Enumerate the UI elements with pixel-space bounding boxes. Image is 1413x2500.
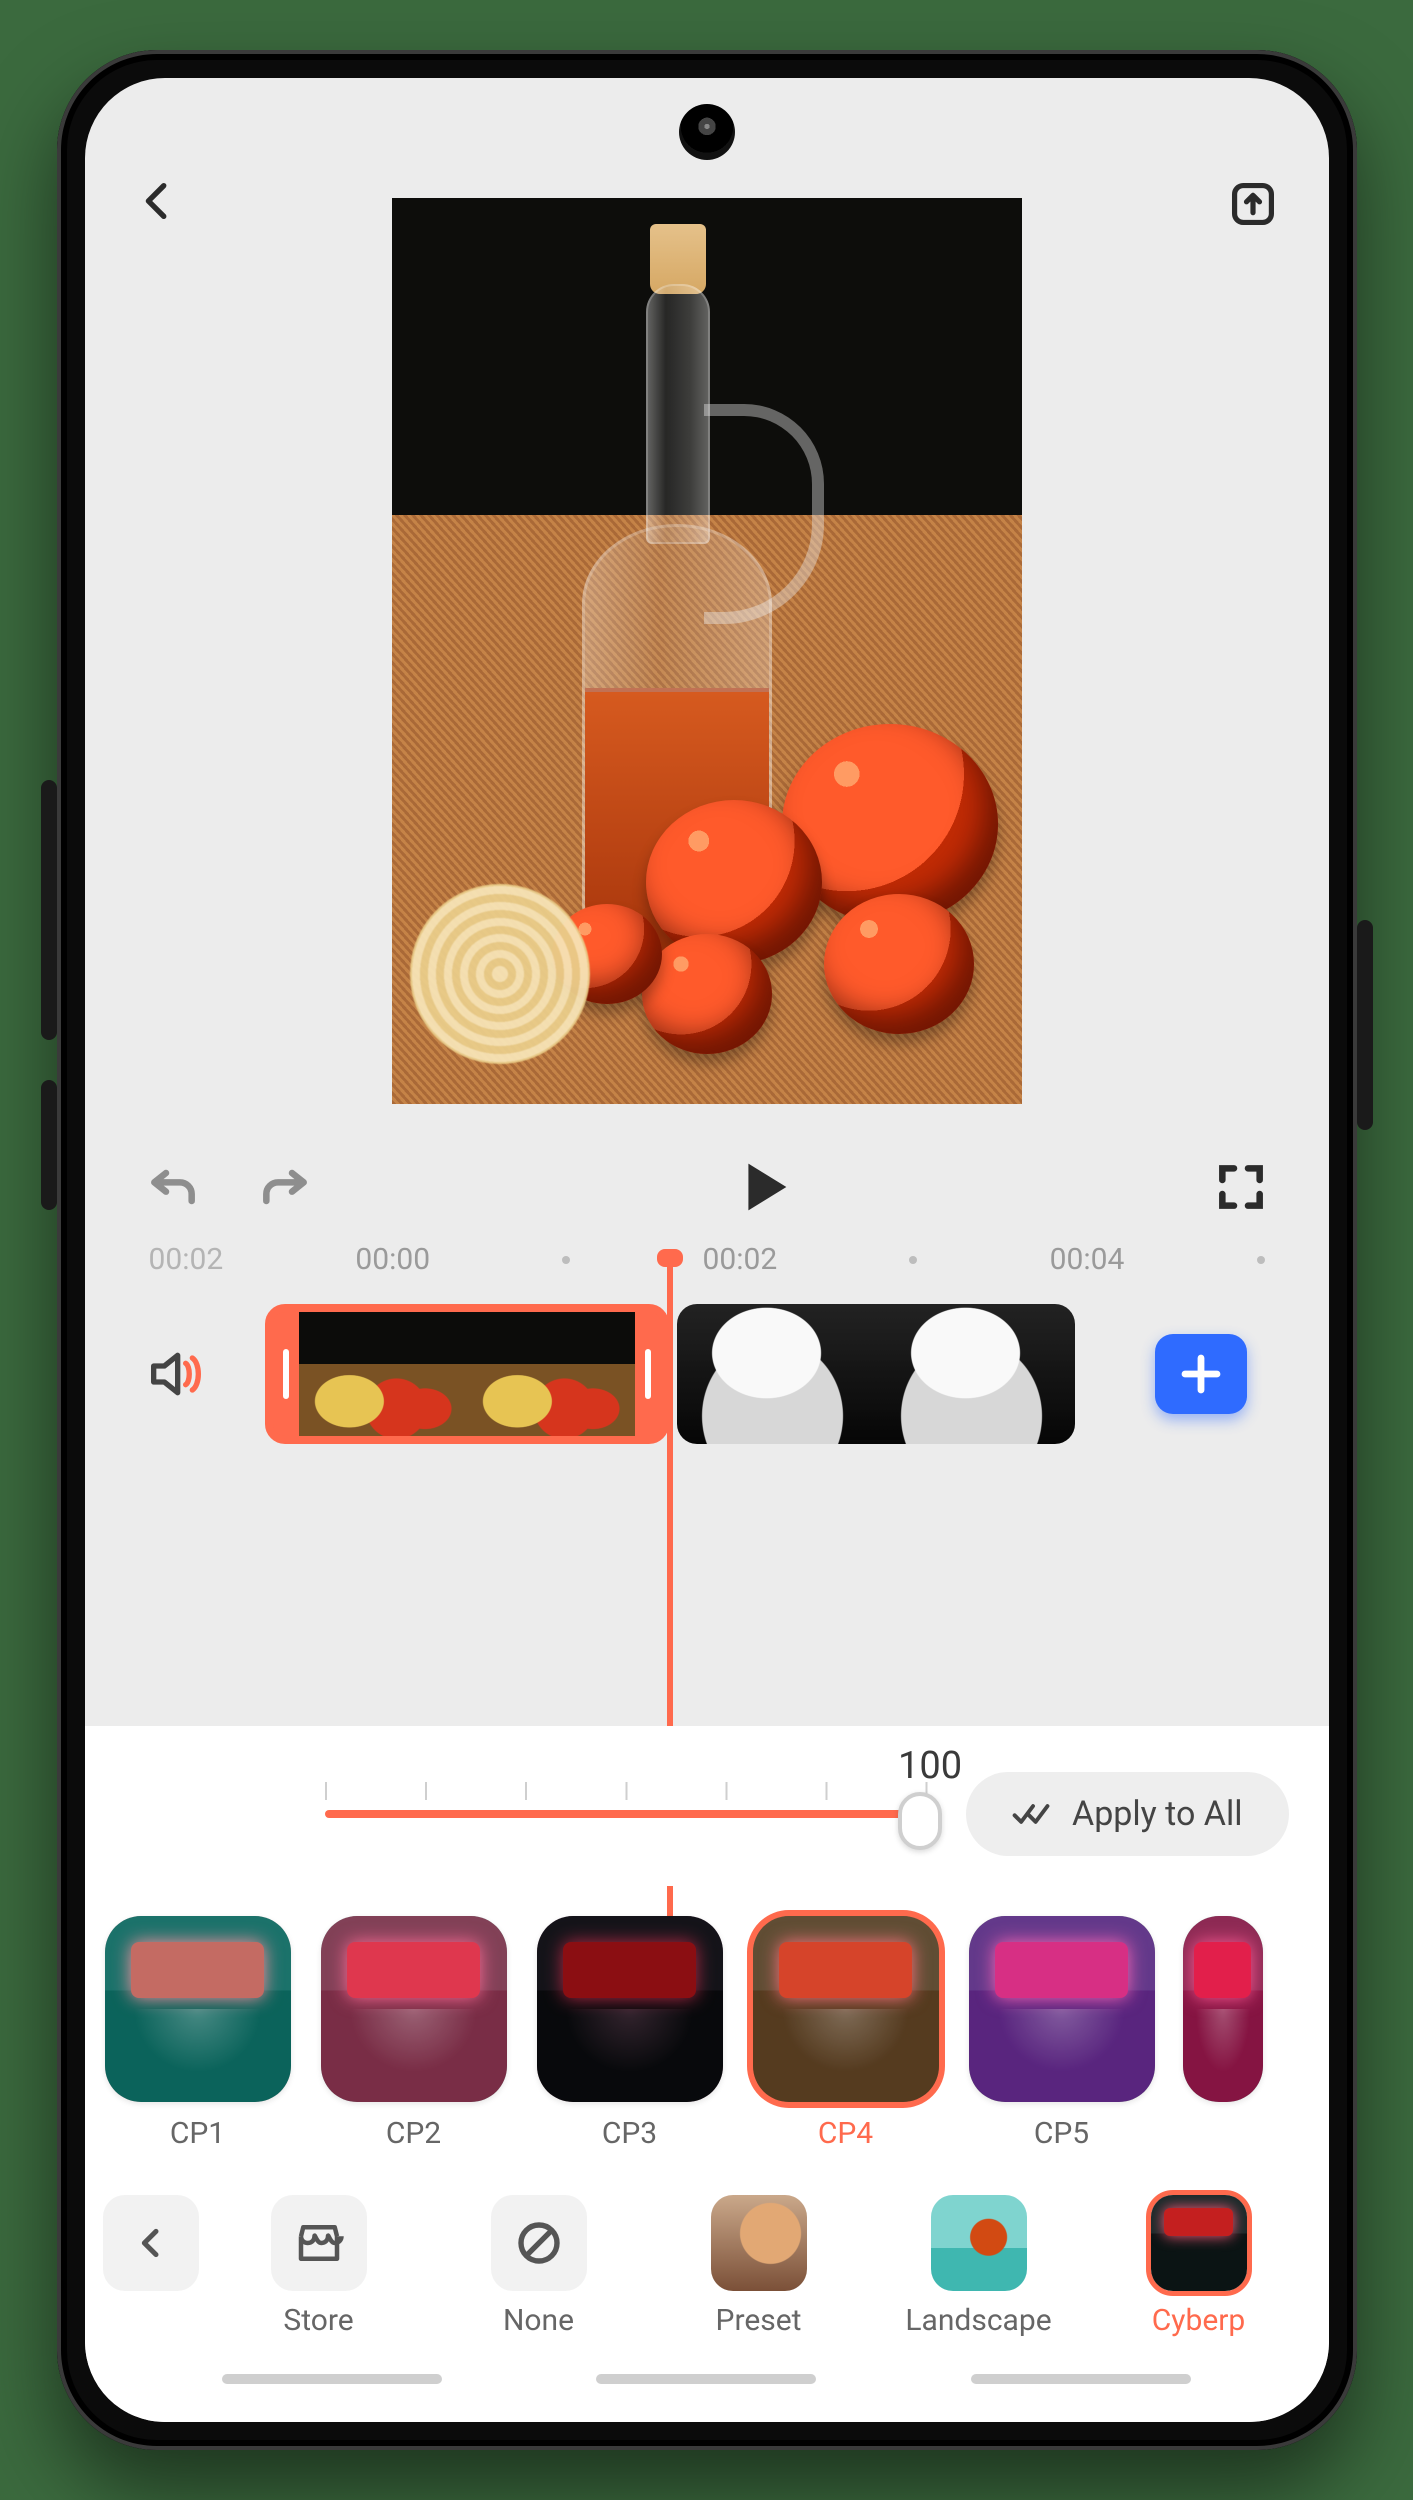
time-marker: 00:04 bbox=[1050, 1242, 1125, 1277]
play-button[interactable] bbox=[728, 1152, 798, 1222]
none-icon bbox=[491, 2195, 587, 2291]
time-tick bbox=[1257, 1256, 1265, 1264]
redo-button[interactable] bbox=[257, 1159, 313, 1215]
add-clip-button[interactable] bbox=[1155, 1334, 1247, 1414]
trim-handle-right[interactable] bbox=[635, 1312, 661, 1436]
category-store[interactable]: Store bbox=[219, 2195, 419, 2338]
timeline-clip[interactable] bbox=[677, 1304, 1075, 1444]
category-landscape[interactable]: Landscape bbox=[879, 2195, 1079, 2338]
category-cyberpunk[interactable]: Cyberp bbox=[1099, 2195, 1299, 2338]
phone-volume-button bbox=[41, 780, 57, 1040]
phone-side-button bbox=[41, 1080, 57, 1210]
undo-button[interactable] bbox=[145, 1159, 201, 1215]
current-time-label: 00:02 bbox=[149, 1242, 224, 1277]
camera-cutout bbox=[679, 104, 735, 160]
category-label: Landscape bbox=[905, 2303, 1051, 2338]
category-label: None bbox=[503, 2303, 574, 2338]
time-tick bbox=[562, 1256, 570, 1264]
category-none[interactable]: None bbox=[439, 2195, 639, 2338]
preset-thumbnail bbox=[711, 2195, 807, 2291]
category-back-button[interactable] bbox=[103, 2195, 199, 2291]
cyberpunk-thumbnail bbox=[1151, 2195, 1247, 2291]
filter-label: CP2 bbox=[386, 2116, 441, 2151]
filter-item-cp2[interactable]: CP2 bbox=[319, 1916, 509, 2151]
time-ruler: 00:02 00:00 00:02 00:04 bbox=[85, 1232, 1329, 1277]
apply-to-all-label: Apply to All bbox=[1072, 1794, 1242, 1834]
category-label: Preset bbox=[716, 2303, 802, 2338]
video-preview-area bbox=[85, 198, 1329, 1104]
filter-item-cp5[interactable]: CP5 bbox=[967, 1916, 1157, 2151]
fullscreen-button[interactable] bbox=[1213, 1159, 1269, 1215]
filter-category-bar[interactable]: Store None Preset Landscape Cyberp bbox=[85, 2171, 1329, 2368]
time-marker: 00:02 bbox=[703, 1242, 778, 1277]
trim-handle-left[interactable] bbox=[273, 1312, 299, 1436]
store-icon bbox=[271, 2195, 367, 2291]
category-preset[interactable]: Preset bbox=[659, 2195, 859, 2338]
filter-label: CP1 bbox=[170, 2116, 225, 2151]
timeline-clip-selected[interactable] bbox=[265, 1304, 669, 1444]
app-screen: 00:02 00:00 00:02 00:04 bbox=[85, 78, 1329, 2422]
filter-label: CP5 bbox=[1034, 2116, 1089, 2151]
filter-label: CP3 bbox=[602, 2116, 657, 2151]
apply-to-all-button[interactable]: Apply to All bbox=[966, 1772, 1288, 1856]
filter-item-cp4[interactable]: CP4 bbox=[751, 1916, 941, 2151]
audio-button[interactable] bbox=[143, 1342, 207, 1406]
category-label: Store bbox=[283, 2303, 353, 2338]
filter-item-cp3[interactable]: CP3 bbox=[535, 1916, 725, 2151]
intensity-slider[interactable]: 100 bbox=[325, 1782, 929, 1846]
filter-item-cp1[interactable]: CP1 bbox=[103, 1916, 293, 2151]
landscape-thumbnail bbox=[931, 2195, 1027, 2291]
intensity-slider-thumb[interactable] bbox=[898, 1792, 942, 1850]
phone-power-button bbox=[1357, 920, 1373, 1130]
time-tick bbox=[909, 1256, 917, 1264]
device-frame: 00:02 00:00 00:02 00:04 bbox=[57, 50, 1357, 2450]
category-label: Cyberp bbox=[1152, 2303, 1246, 2338]
system-nav-indicator bbox=[85, 2368, 1329, 2422]
video-preview[interactable] bbox=[392, 198, 1022, 1104]
filter-strip[interactable]: CP1 CP2 CP3 CP4 CP5 bbox=[85, 1886, 1329, 2171]
time-marker: 00:00 bbox=[355, 1242, 430, 1277]
intensity-panel: 100 Apply to All bbox=[85, 1726, 1329, 1886]
timeline[interactable] bbox=[85, 1289, 1329, 1459]
playback-controls bbox=[85, 1142, 1329, 1232]
filter-item-next[interactable] bbox=[1183, 1916, 1263, 2151]
filter-label: CP4 bbox=[818, 2116, 873, 2151]
